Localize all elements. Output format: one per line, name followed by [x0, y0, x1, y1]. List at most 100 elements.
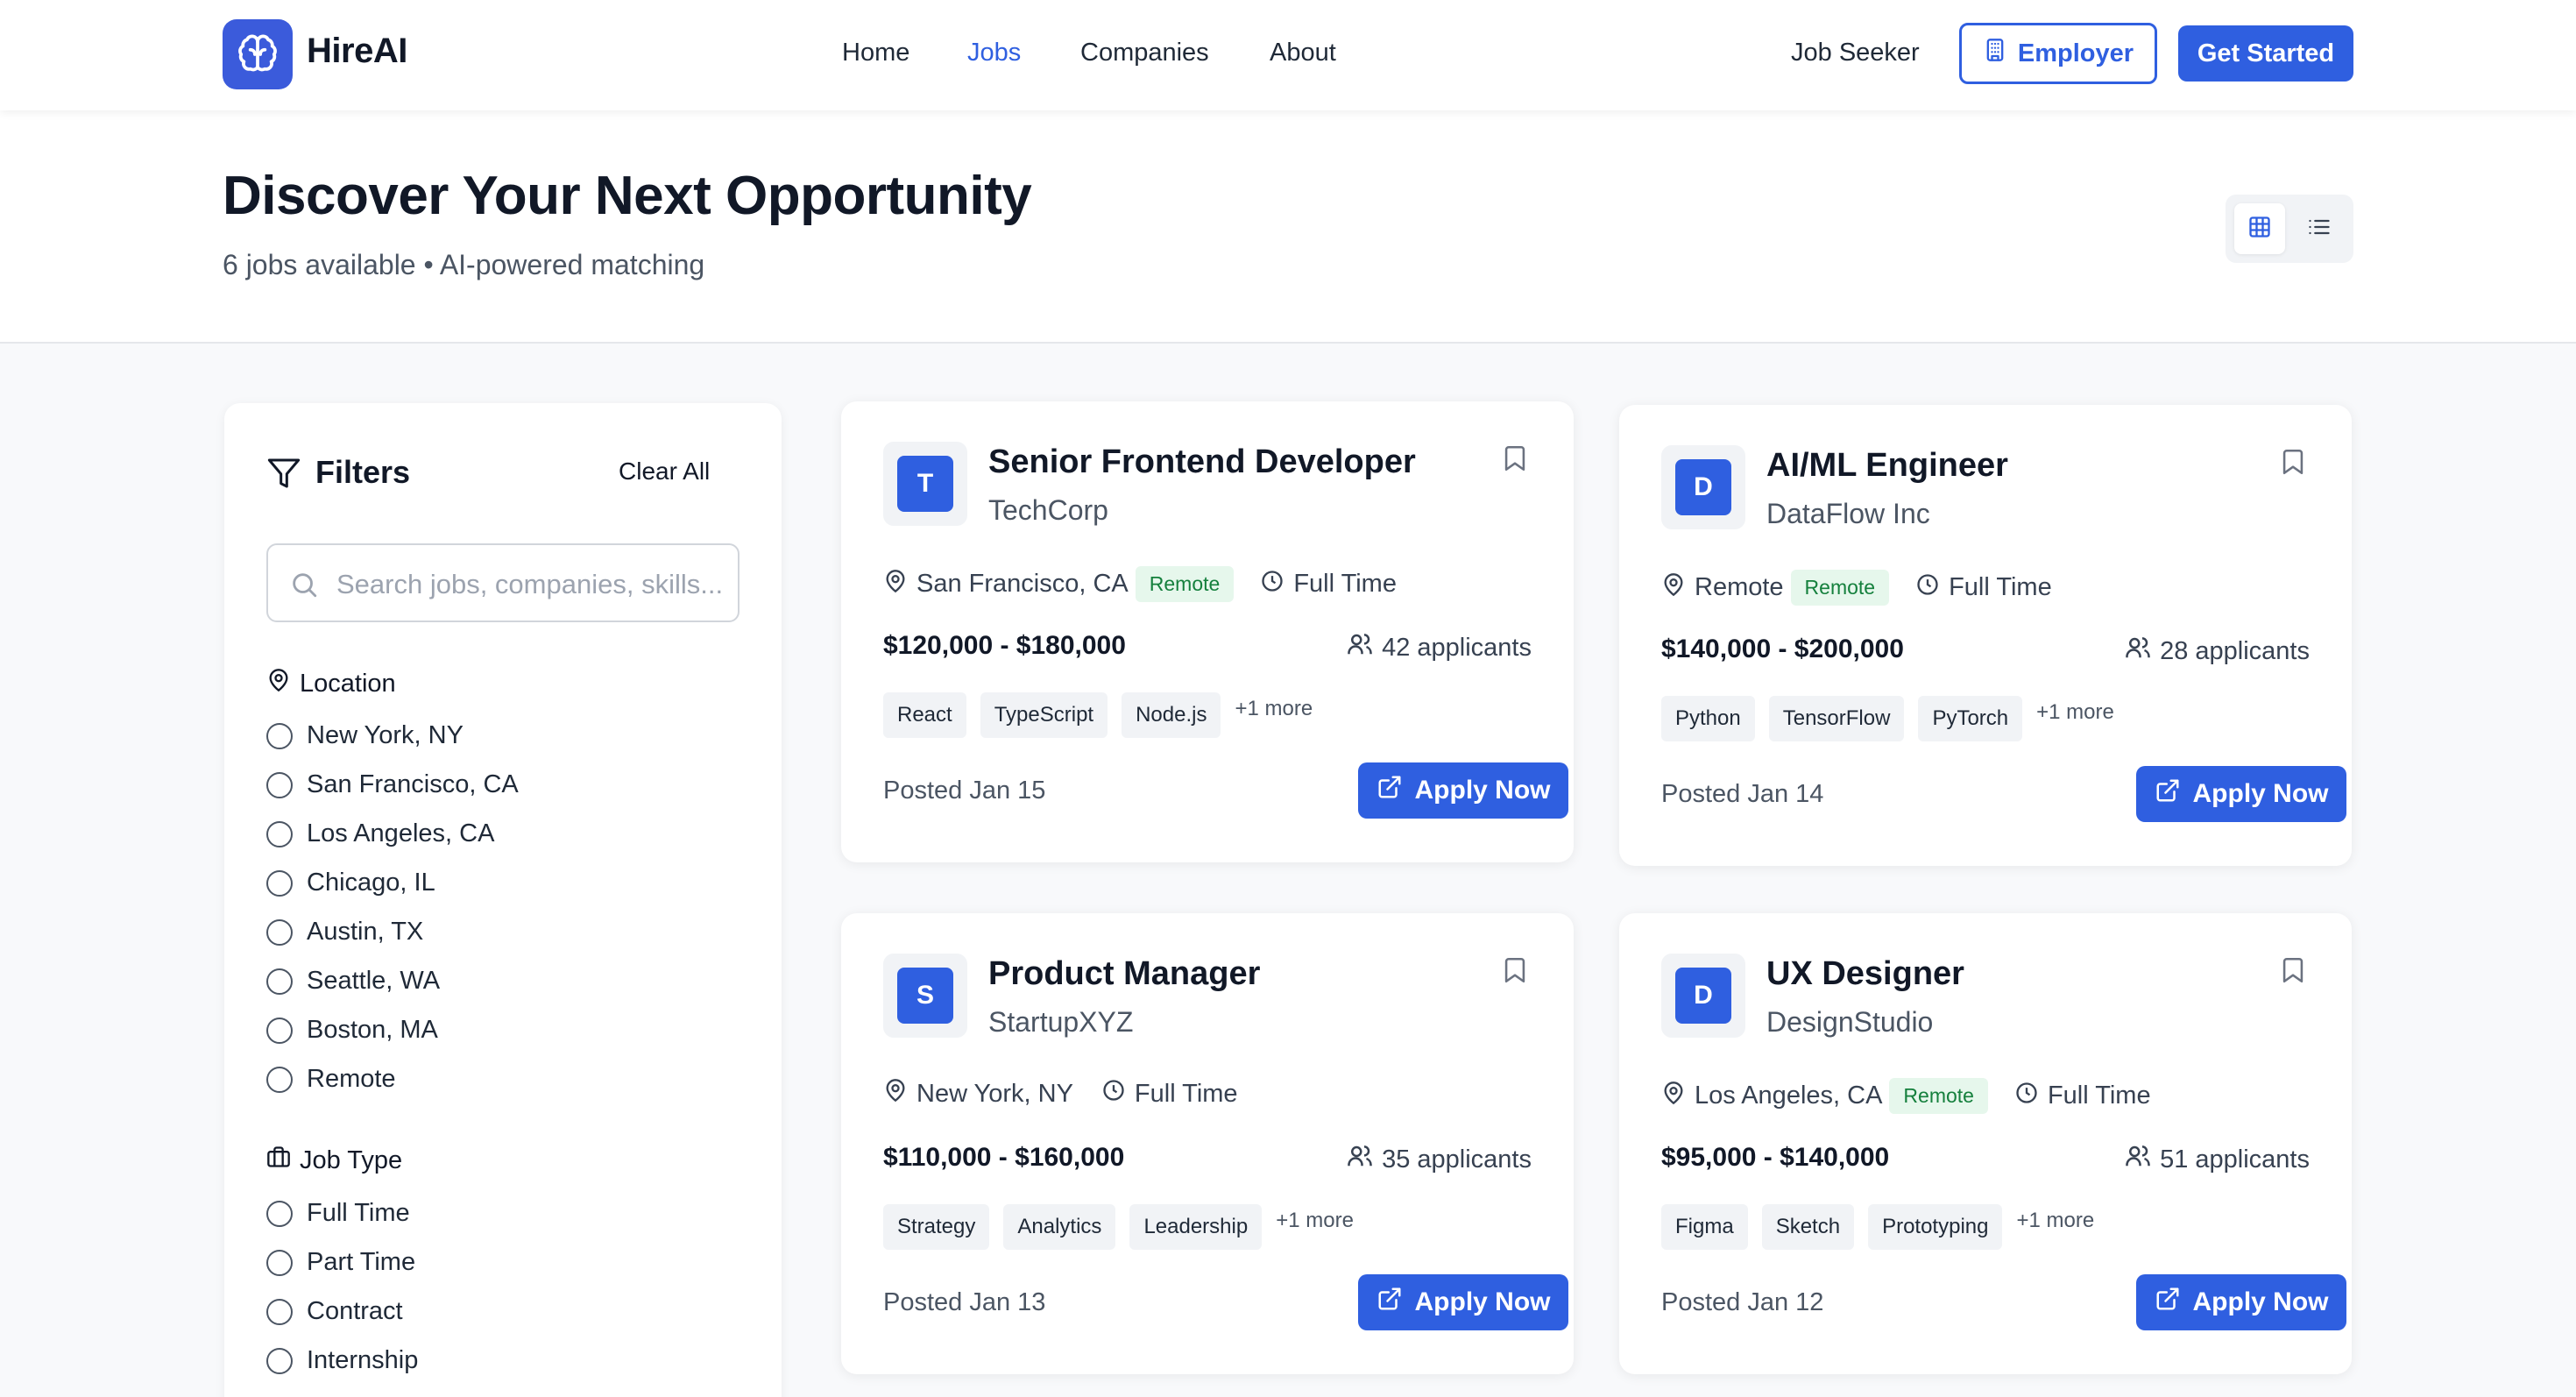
job-type-section-header: Job Type — [266, 1145, 402, 1176]
radio-button[interactable] — [266, 820, 293, 847]
job-title[interactable]: Senior Frontend Developer — [988, 443, 1416, 481]
grid-view-button[interactable] — [2234, 203, 2285, 254]
apply-now-button[interactable]: Apply Now — [1358, 1274, 1568, 1330]
salary-range: $120,000 - $180,000 — [883, 631, 1126, 660]
bookmark-icon[interactable] — [1500, 954, 1530, 991]
radio-button[interactable] — [266, 869, 293, 897]
nav-link-jobs[interactable]: Jobs — [967, 39, 1021, 67]
job-type-option[interactable]: Internship — [266, 1346, 418, 1375]
salary-range: $140,000 - $200,000 — [1661, 635, 1904, 663]
job-type-option[interactable]: Contract — [266, 1297, 403, 1326]
skill-tag: PyTorch — [1918, 696, 2023, 741]
apply-now-button[interactable]: Apply Now — [2136, 1274, 2346, 1330]
job-location: Los Angeles, CA — [1695, 1081, 1883, 1110]
option-label: Austin, TX — [307, 918, 424, 946]
brand-name[interactable]: HireAI — [307, 32, 407, 71]
bookmark-icon[interactable] — [2278, 445, 2308, 483]
job-card[interactable]: D AI/ML Engineer DataFlow Inc Remote Rem… — [1619, 405, 2352, 866]
bookmark-icon[interactable] — [1500, 442, 1530, 479]
job-meta: New York, NY Full Time — [883, 1078, 1238, 1110]
employer-label: Employer — [2017, 39, 2134, 67]
nav-link-about[interactable]: About — [1270, 39, 1336, 67]
job-type: Full Time — [1293, 570, 1397, 598]
location-option[interactable]: Los Angeles, CA — [266, 819, 494, 848]
job-meta: San Francisco, CA Remote Full Time — [883, 566, 1397, 602]
remote-badge: Remote — [1889, 1078, 1988, 1114]
list-view-button[interactable] — [2294, 203, 2345, 254]
job-seeker-link[interactable]: Job Seeker — [1791, 39, 1920, 67]
hero-section: Discover Your Next Opportunity 6 jobs av… — [0, 110, 2576, 344]
radio-button[interactable] — [266, 1066, 293, 1093]
search-input[interactable] — [336, 563, 722, 606]
option-label: Chicago, IL — [307, 869, 435, 897]
radio-button[interactable] — [266, 1298, 293, 1325]
option-label: Los Angeles, CA — [307, 819, 495, 847]
map-pin-icon — [266, 668, 291, 699]
skill-tag: Node.js — [1122, 692, 1221, 738]
job-card[interactable]: D UX Designer DesignStudio Los Angeles, … — [1619, 913, 2352, 1374]
radio-button[interactable] — [266, 771, 293, 798]
skill-tag: Sketch — [1761, 1204, 1855, 1250]
radio-button[interactable] — [266, 968, 293, 995]
location-option[interactable]: Chicago, IL — [266, 869, 435, 897]
radio-button[interactable] — [266, 722, 293, 749]
get-started-button[interactable]: Get Started — [2178, 25, 2353, 82]
apply-now-button[interactable]: Apply Now — [2136, 766, 2346, 822]
page-subtitle: 6 jobs available • AI-powered matching — [223, 249, 705, 280]
radio-button[interactable] — [266, 1347, 293, 1374]
radio-button[interactable] — [266, 1017, 293, 1044]
skill-tag: Leadership — [1129, 1204, 1263, 1250]
job-title[interactable]: UX Designer — [1766, 955, 1964, 993]
job-card[interactable]: T Senior Frontend Developer TechCorp San… — [841, 401, 1574, 862]
location-option[interactable]: Austin, TX — [266, 918, 423, 947]
clock-icon — [1915, 572, 1940, 604]
job-type-option[interactable]: Part Time — [266, 1248, 415, 1277]
job-type: Full Time — [2047, 1081, 2151, 1110]
applicants-count: 42 applicants — [1347, 631, 1532, 664]
map-pin-icon — [1661, 572, 1686, 604]
skill-tag: Prototyping — [1868, 1204, 2003, 1250]
brain-icon[interactable] — [223, 19, 293, 89]
apply-label: Apply Now — [2192, 779, 2329, 808]
option-label: Contract — [307, 1297, 403, 1325]
location-option[interactable]: Boston, MA — [266, 1016, 438, 1045]
job-title[interactable]: Product Manager — [988, 955, 1260, 993]
location-option[interactable]: New York, NY — [266, 721, 464, 750]
more-tags: +1 more — [1235, 697, 1313, 720]
clear-all-button[interactable]: Clear All — [619, 457, 710, 486]
users-icon — [2125, 635, 2151, 668]
location-option[interactable]: San Francisco, CA — [266, 770, 519, 799]
users-icon — [1347, 631, 1373, 664]
company-initial: D — [1675, 968, 1731, 1024]
remote-badge: Remote — [1135, 566, 1235, 602]
external-link-icon — [1376, 1286, 1403, 1319]
nav-link-home[interactable]: Home — [842, 39, 909, 67]
external-link-icon — [1376, 774, 1403, 807]
nav-link-companies[interactable]: Companies — [1080, 39, 1209, 67]
employer-button[interactable]: Employer — [1959, 23, 2157, 84]
posted-date: Posted Jan 12 — [1661, 1288, 1824, 1316]
salary-range: $110,000 - $160,000 — [883, 1143, 1125, 1172]
clock-icon — [1260, 569, 1284, 600]
location-option[interactable]: Remote — [266, 1065, 396, 1094]
radio-button[interactable] — [266, 1200, 293, 1227]
applicants-label: 51 applicants — [2160, 1145, 2310, 1174]
option-label: Boston, MA — [307, 1016, 438, 1044]
bookmark-icon[interactable] — [2278, 954, 2308, 991]
briefcase-icon — [266, 1145, 291, 1176]
salary-range: $95,000 - $140,000 — [1661, 1143, 1890, 1172]
radio-button[interactable] — [266, 1249, 293, 1276]
location-option[interactable]: Seattle, WA — [266, 967, 440, 996]
external-link-icon — [2155, 1286, 2181, 1319]
remote-badge: Remote — [1790, 570, 1890, 606]
skill-tag: React — [883, 692, 966, 738]
filters-panel: Filters Clear All Location New York, NY … — [224, 403, 782, 1397]
clock-icon — [1101, 1078, 1126, 1110]
job-type-option[interactable]: Full Time — [266, 1199, 410, 1228]
job-card[interactable]: S Product Manager StartupXYZ New York, N… — [841, 913, 1574, 1374]
job-title[interactable]: AI/ML Engineer — [1766, 447, 2008, 485]
company-avatar: T — [883, 442, 967, 526]
company-avatar: D — [1661, 445, 1745, 529]
radio-button[interactable] — [266, 918, 293, 946]
apply-now-button[interactable]: Apply Now — [1358, 762, 1568, 819]
